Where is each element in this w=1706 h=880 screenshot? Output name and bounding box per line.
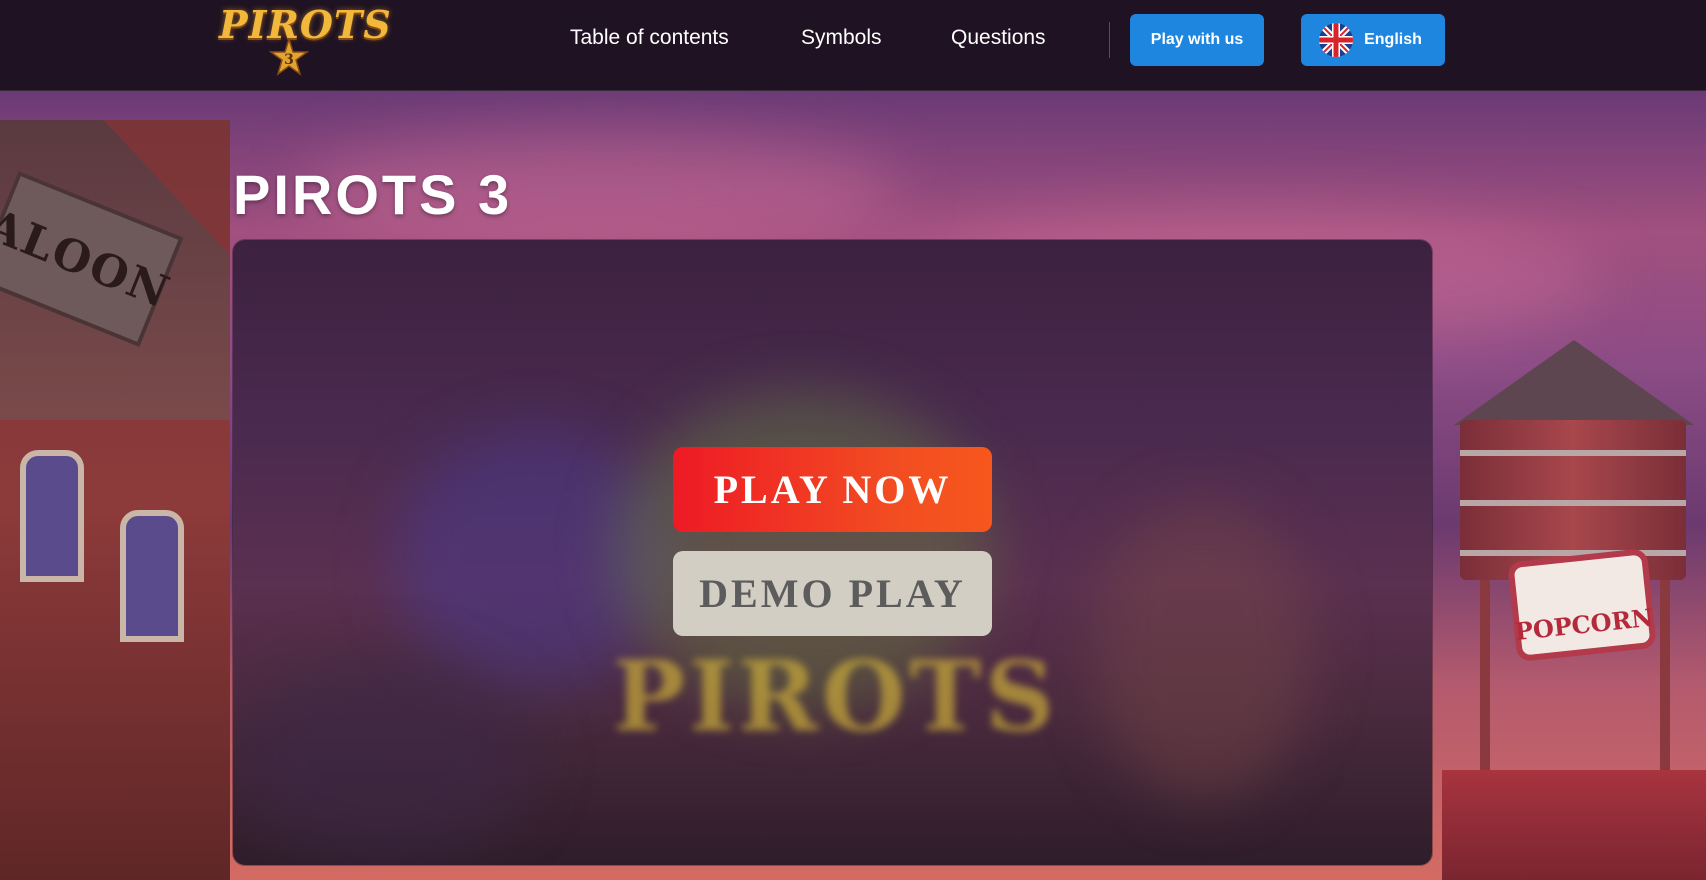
game-frame: PIROTS PLAY NOW DEMO PLAY — [233, 240, 1432, 865]
play-with-us-button[interactable]: Play with us — [1130, 14, 1264, 66]
popcorn-sign: POPCORN — [1507, 547, 1657, 663]
blurred-scenery — [1093, 500, 1313, 800]
tower-roof — [1454, 340, 1694, 425]
nav-item-questions[interactable]: Questions — [951, 26, 1046, 50]
site-header: PIROTS 3 Table of contents Symbols Quest… — [0, 0, 1706, 91]
nav-item-symbols[interactable]: Symbols — [801, 26, 882, 50]
play-with-us-label: Play with us — [1150, 31, 1244, 48]
tank-band — [1460, 450, 1686, 456]
blurred-scenery — [233, 660, 533, 860]
uk-flag-icon — [1319, 23, 1353, 57]
play-now-label: PLAY NOW — [713, 467, 952, 512]
nav-divider — [1109, 22, 1110, 58]
logo-number: 3 — [284, 52, 294, 68]
saloon-window — [20, 450, 84, 582]
saloon-building: ALOON — [0, 120, 230, 880]
demo-play-label: DEMO PLAY — [699, 571, 966, 616]
page-title: PIROTS 3 — [233, 163, 513, 226]
blurred-game-logo: PIROTS — [613, 640, 1059, 753]
popcorn-sign-text: POPCORN — [1513, 602, 1655, 647]
tank-band — [1460, 500, 1686, 506]
nav-item-table-of-contents[interactable]: Table of contents — [570, 26, 729, 50]
sheriff-star-icon: 3 — [269, 38, 309, 76]
play-now-button[interactable]: PLAY NOW — [673, 447, 992, 532]
language-selector-button[interactable]: English — [1301, 14, 1445, 66]
saloon-window — [120, 510, 184, 642]
language-label: English — [1364, 31, 1422, 48]
demo-play-button[interactable]: DEMO PLAY — [673, 551, 992, 636]
popcorn-stand — [1442, 770, 1706, 880]
site-logo[interactable]: PIROTS 3 — [215, 0, 391, 80]
